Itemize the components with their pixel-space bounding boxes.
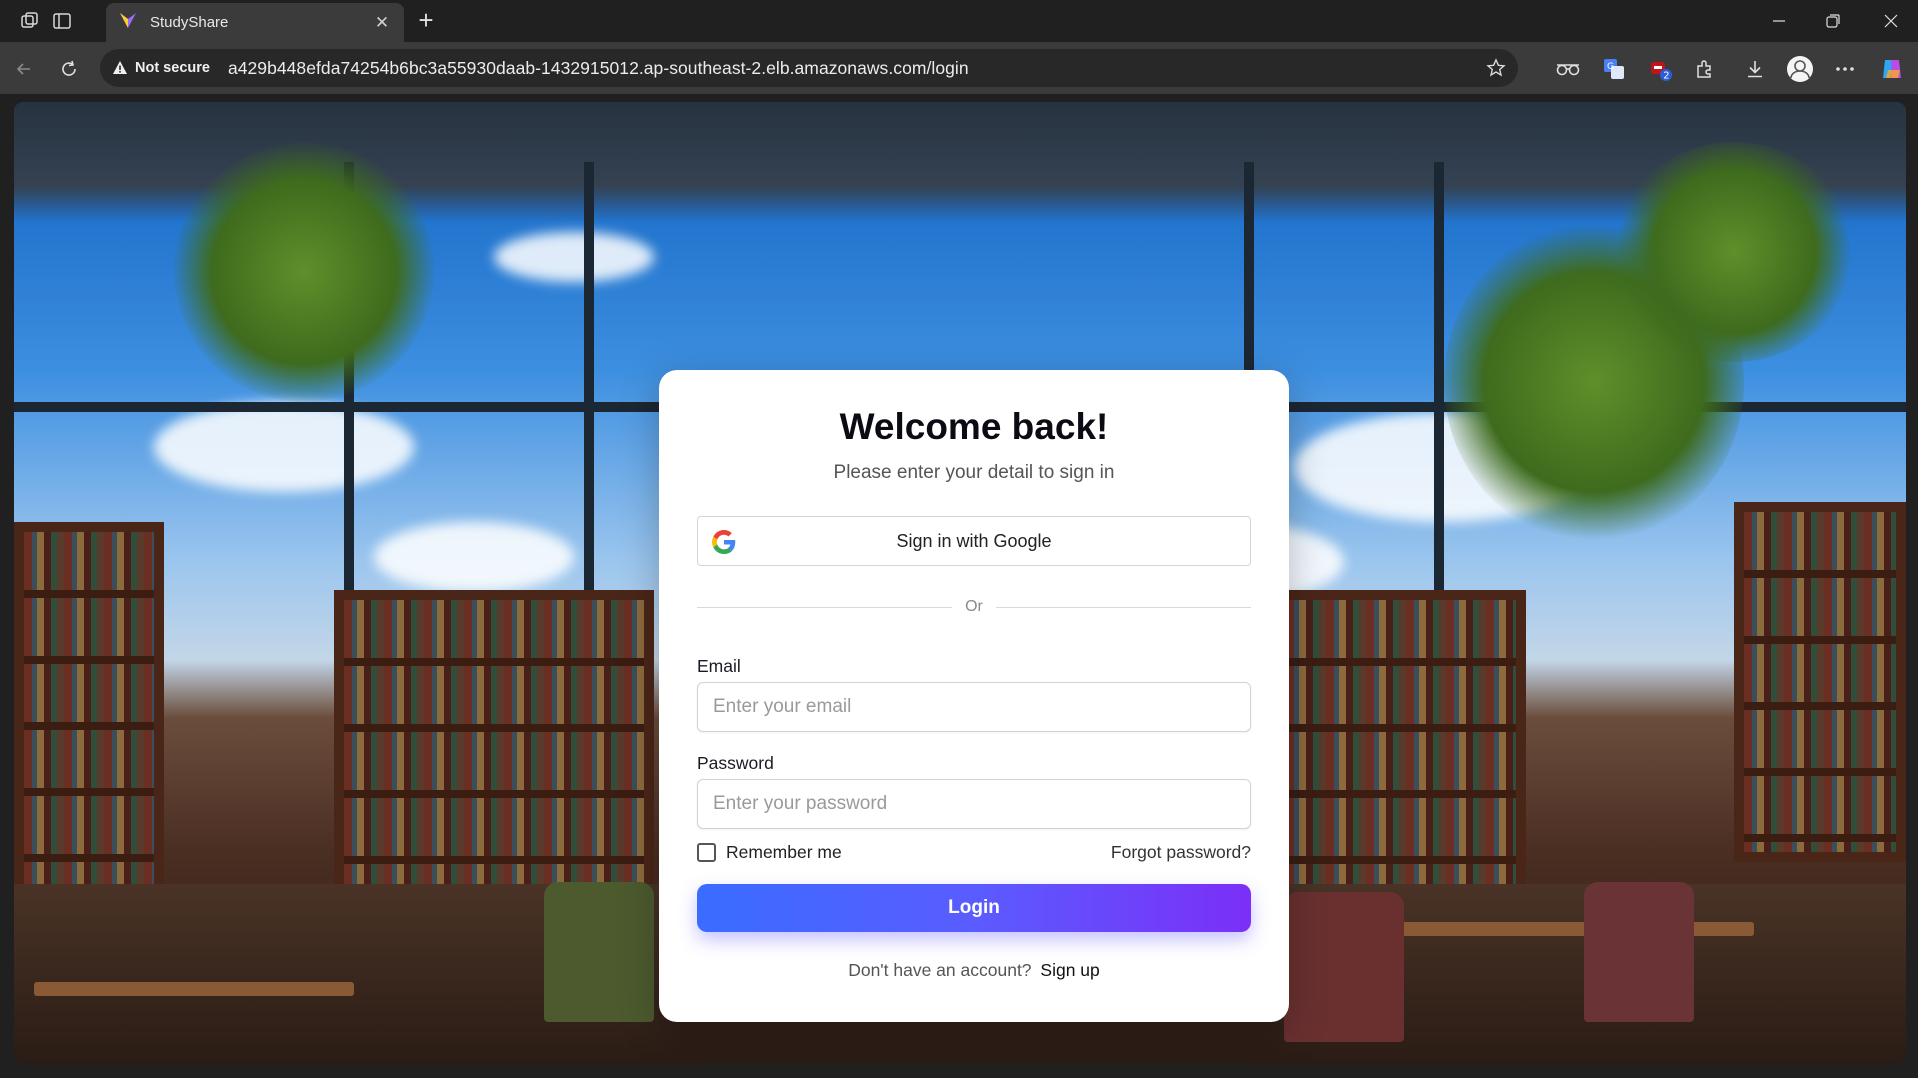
login-button[interactable]: Login bbox=[697, 884, 1251, 932]
signup-prompt: Don't have an account? bbox=[848, 960, 1032, 980]
login-card: Welcome back! Please enter your detail t… bbox=[659, 370, 1289, 1022]
tab-bar: StudyShare ✕ + bbox=[0, 0, 1918, 42]
downloads-icon[interactable] bbox=[1740, 54, 1770, 84]
translate-icon[interactable]: G bbox=[1599, 54, 1629, 84]
extension-badge-icon[interactable]: 2 bbox=[1645, 54, 1675, 84]
google-signin-button[interactable]: Sign in with Google bbox=[697, 516, 1251, 566]
background-plant bbox=[174, 142, 434, 402]
address-bar: Not secure a429b448efda74254b6bc3a55930d… bbox=[0, 42, 1918, 94]
background-table bbox=[1394, 922, 1754, 936]
tab-studyshare[interactable]: StudyShare ✕ bbox=[106, 3, 404, 42]
page-title: Welcome back! bbox=[839, 406, 1109, 447]
close-tab-icon[interactable]: ✕ bbox=[372, 13, 392, 33]
signup-link[interactable]: Sign up bbox=[1040, 960, 1099, 980]
back-icon[interactable] bbox=[9, 54, 39, 84]
favorite-star-icon[interactable] bbox=[1486, 58, 1506, 78]
divider-line bbox=[996, 607, 1251, 608]
background-armchair bbox=[1584, 882, 1694, 1022]
tab-title: StudyShare bbox=[150, 14, 229, 31]
background-armchair bbox=[544, 882, 654, 1022]
google-icon bbox=[712, 530, 736, 554]
page-viewport: Welcome back! Please enter your detail t… bbox=[14, 102, 1906, 1064]
background-table bbox=[34, 982, 354, 996]
or-divider: Or bbox=[697, 598, 1251, 616]
copilot-icon[interactable] bbox=[1877, 54, 1907, 84]
email-field[interactable] bbox=[697, 682, 1251, 732]
restore-icon[interactable] bbox=[1810, 0, 1856, 42]
background-armchair bbox=[1284, 892, 1404, 1042]
forgot-password-link[interactable]: Forgot password? bbox=[1111, 842, 1251, 863]
minimize-icon[interactable] bbox=[1756, 0, 1802, 42]
url-text[interactable]: a429b448efda74254b6bc3a55930daab-1432915… bbox=[228, 58, 969, 79]
close-window-icon[interactable] bbox=[1868, 0, 1914, 42]
svg-text:2: 2 bbox=[1663, 71, 1669, 82]
password-field[interactable] bbox=[697, 779, 1251, 829]
background-plant bbox=[1614, 142, 1854, 362]
omnibox[interactable]: Not secure a429b448efda74254b6bc3a55930d… bbox=[100, 49, 1518, 87]
extensions-icon[interactable] bbox=[1690, 54, 1720, 84]
tab-actions-icon[interactable] bbox=[50, 9, 74, 33]
google-signin-label: Sign in with Google bbox=[896, 530, 1052, 551]
warning-icon bbox=[113, 61, 127, 74]
background-cloud bbox=[494, 232, 654, 282]
remember-me-label[interactable]: Remember me bbox=[726, 842, 842, 863]
new-tab-icon[interactable]: + bbox=[412, 7, 440, 35]
profile-icon[interactable] bbox=[1785, 54, 1815, 84]
more-icon[interactable] bbox=[1830, 54, 1860, 84]
reading-glasses-icon[interactable] bbox=[1553, 54, 1583, 84]
reload-icon[interactable] bbox=[54, 54, 84, 84]
background-cloud bbox=[154, 402, 414, 492]
signup-row: Don't have an account? Sign up bbox=[659, 960, 1289, 981]
security-label: Not secure bbox=[135, 60, 210, 76]
studyshare-logo-icon bbox=[118, 10, 138, 35]
remember-me-checkbox[interactable] bbox=[697, 843, 716, 862]
workspaces-icon[interactable] bbox=[18, 9, 42, 33]
background-cloud bbox=[374, 522, 574, 592]
security-indicator[interactable]: Not secure bbox=[112, 60, 210, 76]
password-label: Password bbox=[697, 753, 774, 773]
page-subtitle: Please enter your detail to sign in bbox=[833, 462, 1115, 483]
remember-me[interactable]: Remember me bbox=[697, 842, 842, 863]
email-label: Email bbox=[697, 656, 741, 676]
svg-text:G: G bbox=[1607, 62, 1614, 72]
background-bookshelf bbox=[1734, 502, 1906, 862]
